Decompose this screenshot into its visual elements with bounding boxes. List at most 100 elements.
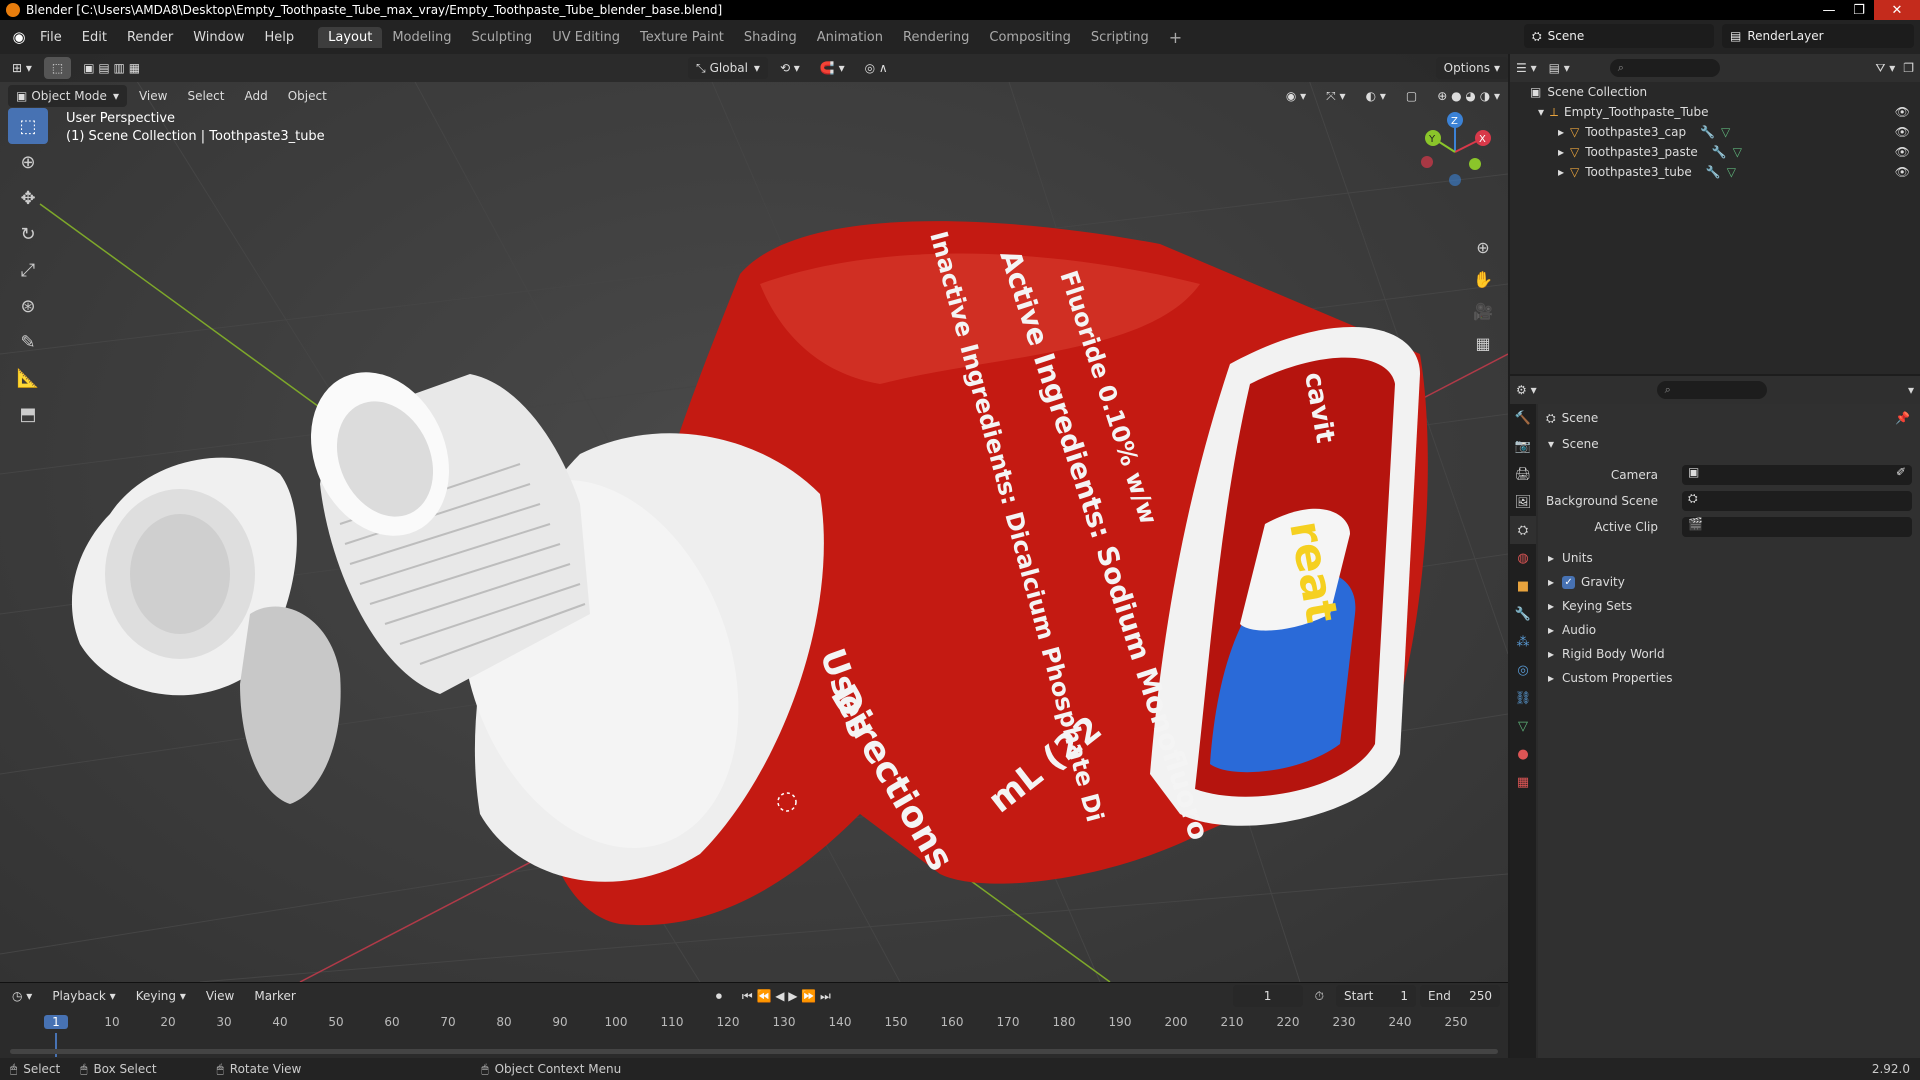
mode-dropdown[interactable]: ▣ Object Mode ▾ (8, 85, 127, 107)
tool-tab-icon[interactable]: 🔨 (1510, 404, 1536, 432)
shading-modes-icon[interactable]: ⊕ ● ◕ ◑ ▾ (1429, 85, 1508, 107)
menu-select[interactable]: Select (179, 85, 232, 107)
tab-rendering[interactable]: Rendering (893, 27, 979, 48)
tab-uv-editing[interactable]: UV Editing (542, 27, 630, 48)
3d-viewport[interactable]: Active Ingredients: Sodium Monofluoro In… (0, 54, 1508, 982)
current-frame-field[interactable]: 1 (1232, 985, 1303, 1007)
record-icon[interactable]: ⏺ (708, 985, 730, 1007)
keying-sets-panel[interactable]: ▸ Keying Sets (1538, 594, 1920, 618)
maximize-button[interactable]: ❐ (1844, 0, 1874, 20)
expand-chevron-icon[interactable]: ▾ (1538, 105, 1544, 119)
custom-properties-panel[interactable]: ▸ Custom Properties (1538, 666, 1920, 690)
view-layer-tab-icon[interactable]: 🖼 (1510, 488, 1536, 516)
render-tab-icon[interactable]: 📷 (1510, 432, 1536, 460)
playback-controls[interactable]: ⏮ ⏪ ◀ ▶ ⏩ ⏭ (734, 985, 839, 1007)
visibility-icon[interactable]: ◉ ▾ (1278, 85, 1314, 107)
eye-icon[interactable]: 👁 (1895, 105, 1910, 119)
display-mode-icon[interactable]: ▤ ▾ (1549, 61, 1570, 75)
tab-scripting[interactable]: Scripting (1081, 27, 1159, 48)
new-collection-icon[interactable]: ❐ (1903, 61, 1914, 75)
current-frame-marker[interactable]: 1 (44, 1015, 68, 1029)
tab-texture-paint[interactable]: Texture Paint (630, 27, 734, 48)
menu-object[interactable]: Object (280, 85, 335, 107)
editor-type-icon[interactable]: ⊞ ▾ (4, 57, 40, 79)
modifier-tab-icon[interactable]: 🔧 (1510, 600, 1536, 628)
outliner-row-child[interactable]: ▸ ▽ Toothpaste3_cap 🔧 ▽ 👁 (1510, 122, 1920, 142)
tab-layout[interactable]: Layout (318, 26, 383, 48)
data-tab-icon[interactable]: ▽ (1510, 712, 1536, 740)
pin-icon[interactable]: 📌 (1895, 411, 1910, 425)
renderlayer-selector[interactable]: ▤ RenderLayer (1722, 24, 1914, 48)
eye-icon[interactable]: 👁 (1895, 145, 1910, 159)
rotate-icon[interactable]: ↻ (8, 216, 48, 252)
gizmo-toggle-icon[interactable]: ⤧ ▾ (1318, 85, 1353, 107)
tab-animation[interactable]: Animation (807, 27, 893, 48)
expand-chevron-icon[interactable]: ▸ (1558, 145, 1564, 159)
chevron-down-icon[interactable]: ▾ (1908, 383, 1914, 397)
scene-panel-header[interactable]: ▾ Scene (1538, 432, 1920, 456)
timeline-editor-icon[interactable]: ◷ ▾ (4, 985, 40, 1007)
scale-icon[interactable]: ⤢ (8, 252, 48, 288)
outliner-search-input[interactable]: ⌕ (1609, 59, 1720, 77)
select-tool-icon[interactable]: ⬚ (43, 57, 72, 79)
ortho-grid-icon[interactable]: ▦ (1468, 328, 1498, 358)
gravity-panel[interactable]: ▸ ✓ Gravity (1538, 570, 1920, 594)
menu-view[interactable]: View (131, 85, 175, 107)
start-frame-field[interactable]: Start 1 (1336, 985, 1416, 1007)
cursor-icon[interactable]: ⊕ (8, 144, 48, 180)
outliner-row-child[interactable]: ▸ ▽ Toothpaste3_tube 🔧 ▽ 👁 (1510, 162, 1920, 182)
menu-window[interactable]: Window (183, 30, 254, 45)
units-panel[interactable]: ▸ Units (1538, 546, 1920, 570)
annotate-icon[interactable]: ✎ (8, 324, 48, 360)
pan-hand-icon[interactable]: ✋ (1468, 264, 1498, 294)
particles-tab-icon[interactable]: ⁂ (1510, 628, 1536, 656)
snap-icon[interactable]: 🧲 ▾ (812, 57, 853, 79)
output-tab-icon[interactable]: 🖨 (1510, 460, 1536, 488)
xray-icon[interactable]: ▢ (1398, 85, 1425, 107)
rigid-body-world-panel[interactable]: ▸ Rigid Body World (1538, 642, 1920, 666)
expand-chevron-icon[interactable]: ▸ (1558, 125, 1564, 139)
scene-tab-icon[interactable]: ⛭ (1510, 516, 1536, 544)
filter-icon[interactable]: ⛛ ▾ (1875, 61, 1895, 76)
outliner-row-scene-collection[interactable]: ▣ Scene Collection (1510, 82, 1920, 102)
menu-edit[interactable]: Edit (72, 30, 117, 45)
camera-view-icon[interactable]: 🎥 (1468, 296, 1498, 326)
physics-tab-icon[interactable]: ◎ (1510, 656, 1536, 684)
overlay-toggle-icon[interactable]: ◐ ▾ (1358, 85, 1394, 107)
audio-panel[interactable]: ▸ Audio (1538, 618, 1920, 642)
transform-icon[interactable]: ⊛ (8, 288, 48, 324)
add-workspace-button[interactable]: + (1159, 25, 1192, 50)
tab-compositing[interactable]: Compositing (979, 27, 1081, 48)
object-tab-icon[interactable]: ■ (1510, 572, 1536, 600)
pivot-icon[interactable]: ⟲ ▾ (772, 57, 808, 79)
add-cube-icon[interactable]: ⬒ (8, 396, 48, 432)
selection-mode-icons[interactable]: ▣ ▤ ▥ ▦ (75, 57, 148, 79)
menu-timeline-view[interactable]: View (198, 985, 242, 1007)
texture-tab-icon[interactable]: ▦ (1510, 768, 1536, 796)
close-button[interactable]: ✕ (1874, 0, 1920, 20)
camera-field[interactable]: ▣ ✐ (1682, 465, 1912, 485)
menu-marker[interactable]: Marker (246, 985, 303, 1007)
scene-selector[interactable]: ⛭ Scene (1524, 24, 1714, 48)
zoom-icon[interactable]: ⊕ (1468, 232, 1498, 262)
eye-icon[interactable]: 👁 (1895, 165, 1910, 179)
blender-menu-icon[interactable]: ◉ (8, 26, 30, 48)
outliner-row-child[interactable]: ▸ ▽ Toothpaste3_paste 🔧 ▽ 👁 (1510, 142, 1920, 162)
active-clip-field[interactable]: 🎬 (1682, 517, 1912, 537)
tab-modeling[interactable]: Modeling (382, 27, 461, 48)
menu-add[interactable]: Add (236, 85, 275, 107)
material-tab-icon[interactable]: ● (1510, 740, 1536, 768)
measure-icon[interactable]: 📐 (8, 360, 48, 396)
properties-editor-icon[interactable]: ⚙ ▾ (1516, 383, 1537, 397)
orientation-dropdown[interactable]: ⤡ Global ▾ (688, 57, 768, 79)
end-frame-field[interactable]: End 250 (1420, 985, 1500, 1007)
menu-render[interactable]: Render (117, 30, 183, 45)
frame-ruler[interactable]: 1 10 20 30 40 50 60 70 80 90 100 110 120 130 140 150 160… (0, 1013, 1508, 1057)
move-icon[interactable]: ✥ (8, 180, 48, 216)
background-scene-field[interactable]: ⛭ (1682, 491, 1912, 511)
eyedropper-icon[interactable]: ✐ (1896, 465, 1906, 479)
navigation-gizmo[interactable]: Z X Y (1415, 112, 1495, 192)
menu-file[interactable]: File (30, 30, 72, 45)
properties-search-input[interactable]: ⌕ (1656, 381, 1767, 399)
minimize-button[interactable]: — (1814, 0, 1844, 20)
